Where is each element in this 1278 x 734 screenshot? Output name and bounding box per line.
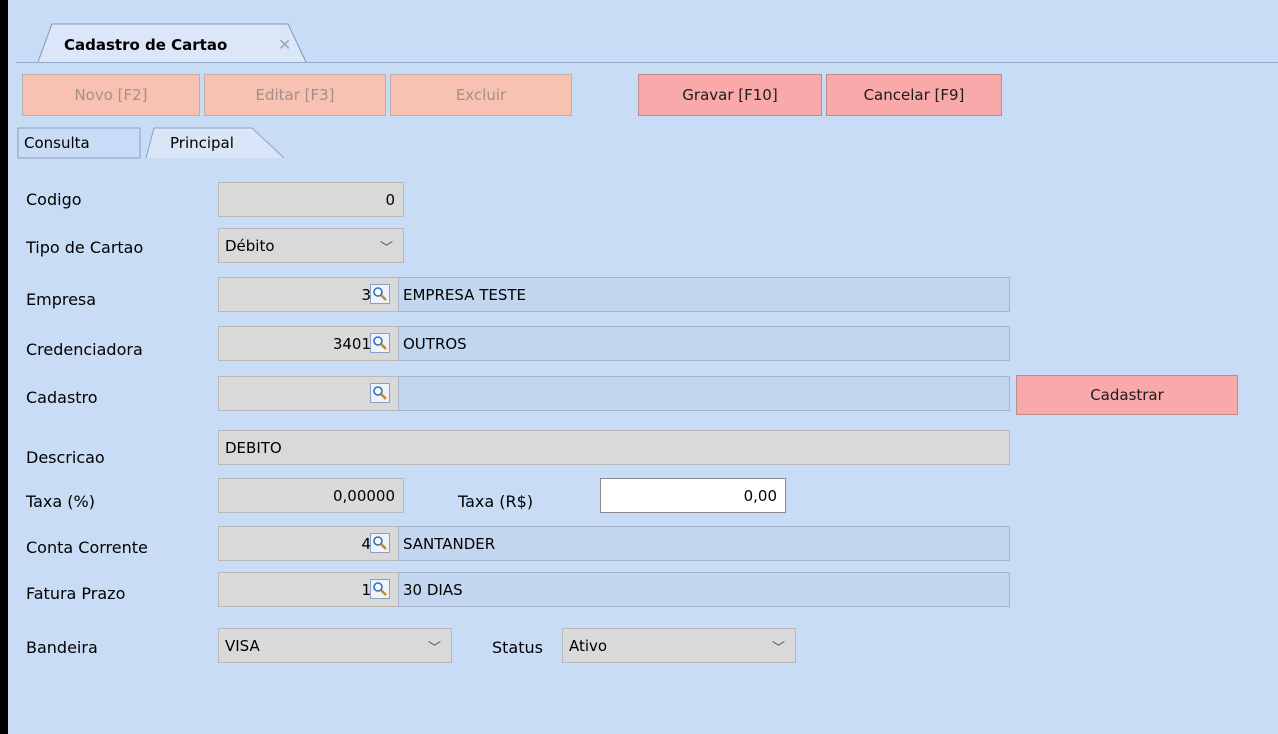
descricao-label: Descricao bbox=[26, 448, 105, 467]
codigo-label: Codigo bbox=[26, 190, 82, 209]
tipo-cartao-value: Débito bbox=[225, 236, 275, 255]
status-select[interactable]: Ativo ﹀ bbox=[562, 628, 796, 663]
gravar-button[interactable]: Gravar [F10] bbox=[638, 74, 822, 116]
taxa-pct-label: Taxa (%) bbox=[26, 492, 95, 511]
form-window: Cadastro de Cartao ✕ Novo [F2] Editar [F… bbox=[0, 0, 1278, 734]
window-tab-title: Cadastro de Cartao bbox=[64, 36, 228, 54]
tipo-cartao-label: Tipo de Cartao bbox=[26, 238, 144, 257]
fatura-prazo-search-icon[interactable] bbox=[370, 579, 390, 599]
conta-corrente-search-icon[interactable] bbox=[370, 533, 390, 553]
bandeira-label: Bandeira bbox=[26, 638, 98, 657]
fatura-prazo-description: 30 DIAS bbox=[398, 572, 1010, 607]
credenciadora-search-icon[interactable] bbox=[370, 333, 390, 353]
close-icon[interactable]: ✕ bbox=[278, 35, 291, 54]
magnifier-icon bbox=[373, 536, 387, 550]
chevron-down-icon[interactable]: ﹀ bbox=[772, 637, 785, 656]
cadastro-description bbox=[398, 376, 1010, 411]
magnifier-icon bbox=[373, 336, 387, 350]
bandeira-value: VISA bbox=[225, 636, 260, 655]
fatura-prazo-label: Fatura Prazo bbox=[26, 584, 126, 603]
tipo-cartao-select[interactable]: Débito ﹀ bbox=[218, 228, 404, 263]
tab-divider bbox=[16, 62, 1278, 63]
descricao-field[interactable]: DEBITO bbox=[218, 430, 1010, 465]
conta-corrente-description: SANTANDER bbox=[398, 526, 1010, 561]
cancelar-button[interactable]: Cancelar [F9] bbox=[826, 74, 1002, 116]
empresa-label: Empresa bbox=[26, 290, 97, 309]
editar-button[interactable]: Editar [F3] bbox=[204, 74, 386, 116]
credenciadora-label: Credenciadora bbox=[26, 340, 143, 359]
chevron-down-icon[interactable]: ﹀ bbox=[380, 237, 393, 256]
magnifier-icon bbox=[373, 582, 387, 596]
taxa-pct-field[interactable]: 0,00000 bbox=[218, 478, 404, 513]
bandeira-select[interactable]: VISA ﹀ bbox=[218, 628, 452, 663]
cadastro-search-icon[interactable] bbox=[370, 383, 390, 403]
excluir-button[interactable]: Excluir bbox=[390, 74, 572, 116]
empresa-description: EMPRESA TESTE bbox=[398, 277, 1010, 312]
magnifier-icon bbox=[373, 287, 387, 301]
status-value: Ativo bbox=[569, 636, 608, 655]
conta-corrente-label: Conta Corrente bbox=[26, 538, 148, 557]
credenciadora-description: OUTROS bbox=[398, 326, 1010, 361]
subtab-strip: Consulta Principal bbox=[16, 124, 316, 160]
cadastro-label: Cadastro bbox=[26, 388, 98, 407]
tab-consulta[interactable]: Consulta bbox=[24, 134, 90, 152]
taxa-rs-field[interactable]: 0,00 bbox=[600, 478, 786, 513]
tab-principal[interactable]: Principal bbox=[170, 134, 234, 152]
taxa-rs-label: Taxa (R$) bbox=[458, 492, 534, 511]
magnifier-icon bbox=[373, 386, 387, 400]
window-tab-cadastro-cartao[interactable]: Cadastro de Cartao ✕ bbox=[38, 22, 308, 63]
empresa-search-icon[interactable] bbox=[370, 284, 390, 304]
status-label: Status bbox=[492, 638, 543, 657]
codigo-field[interactable]: 0 bbox=[218, 182, 404, 217]
chevron-down-icon[interactable]: ﹀ bbox=[428, 637, 441, 656]
cadastrar-button[interactable]: Cadastrar bbox=[1016, 375, 1238, 415]
novo-button[interactable]: Novo [F2] bbox=[22, 74, 200, 116]
